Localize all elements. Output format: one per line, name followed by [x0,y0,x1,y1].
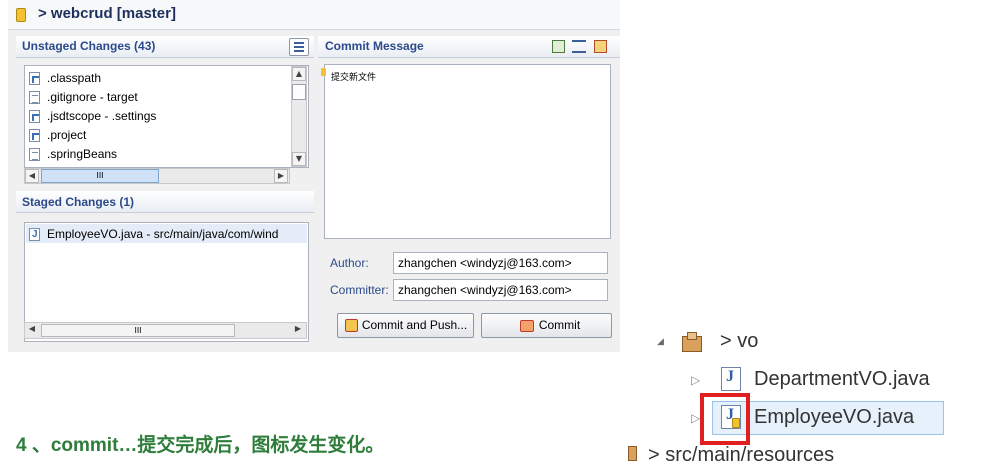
expanded-arrow-icon[interactable]: ◢ [657,337,664,347]
content-assist-icon [321,68,326,76]
list-item[interactable]: .project [29,126,86,144]
tree-item-resources[interactable]: > src/main/resources [648,444,834,467]
list-item[interactable]: .jsdtscope - .settings [29,107,156,125]
collapsed-arrow-icon[interactable]: ▷ [691,373,700,387]
commit-button[interactable]: Commit [481,313,612,338]
java-file-icon [29,226,40,244]
scroll-down-arrow-icon[interactable]: ▼ [292,152,306,166]
unstaged-title: Unstaged Changes (43) [22,39,156,53]
scrollbar-thumb[interactable] [292,84,306,100]
compare-icon[interactable] [594,40,607,53]
caption-text: 4 、commit…提交完成后，图标发生变化。 [16,435,385,456]
commit-message-title: Commit Message [325,39,424,53]
java-file-icon: J [721,367,741,391]
author-label: Author: [330,256,369,270]
scrollbar-thumb[interactable]: III [41,324,235,337]
commit-message-input[interactable]: 提交新文件 [324,64,611,239]
list-item[interactable]: .gitignore - target [29,88,138,106]
amend-icon[interactable] [572,40,586,53]
tree-item-departmentvo[interactable]: DepartmentVO.java [754,368,930,391]
scroll-up-arrow-icon[interactable]: ▲ [292,67,306,81]
commit-push-icon [345,319,358,332]
list-item[interactable]: EmployeeVO.java - src/main/java/com/wind [29,225,278,244]
package-icon [682,332,704,354]
source-folder-icon [628,446,637,461]
list-view-toggle-icon[interactable] [289,38,309,56]
list-item[interactable]: .classpath [29,69,101,87]
commit-and-push-label: Commit and Push... [361,318,468,332]
committer-label: Committer: [330,283,389,297]
sign-off-icon[interactable] [552,40,565,53]
commit-and-push-button[interactable]: Commit and Push... [337,313,474,338]
text-file-icon [29,91,40,104]
package-label[interactable]: > vo [720,330,758,353]
collapsed-arrow-icon[interactable]: ▷ [691,411,700,425]
committer-field[interactable]: zhangchen <windyzj@163.com> [393,279,608,301]
xml-file-icon [29,129,40,142]
scroll-left-arrow-icon[interactable]: ◀ [25,169,39,183]
author-field[interactable]: zhangchen <windyzj@163.com> [393,252,608,274]
xml-file-icon [29,110,40,123]
text-file-icon [29,148,40,161]
repository-icon [16,8,26,22]
scrollbar-thumb[interactable]: III [41,169,159,183]
list-item[interactable]: .springBeans [29,145,117,163]
scroll-right-arrow-icon[interactable]: ▶ [274,169,288,183]
xml-file-icon [29,72,40,85]
tree-item-employeevo[interactable]: EmployeeVO.java [754,406,914,429]
scroll-right-arrow-icon[interactable]: ▶ [291,323,305,337]
highlight-box [700,393,750,445]
repository-title: > webcrud [master] [38,5,176,22]
scroll-left-arrow-icon[interactable]: ◀ [25,323,39,337]
commit-icon [520,320,534,332]
staged-title: Staged Changes (1) [22,195,135,209]
unstaged-list[interactable]: .classpath .gitignore - target .jsdtscop… [24,65,309,168]
